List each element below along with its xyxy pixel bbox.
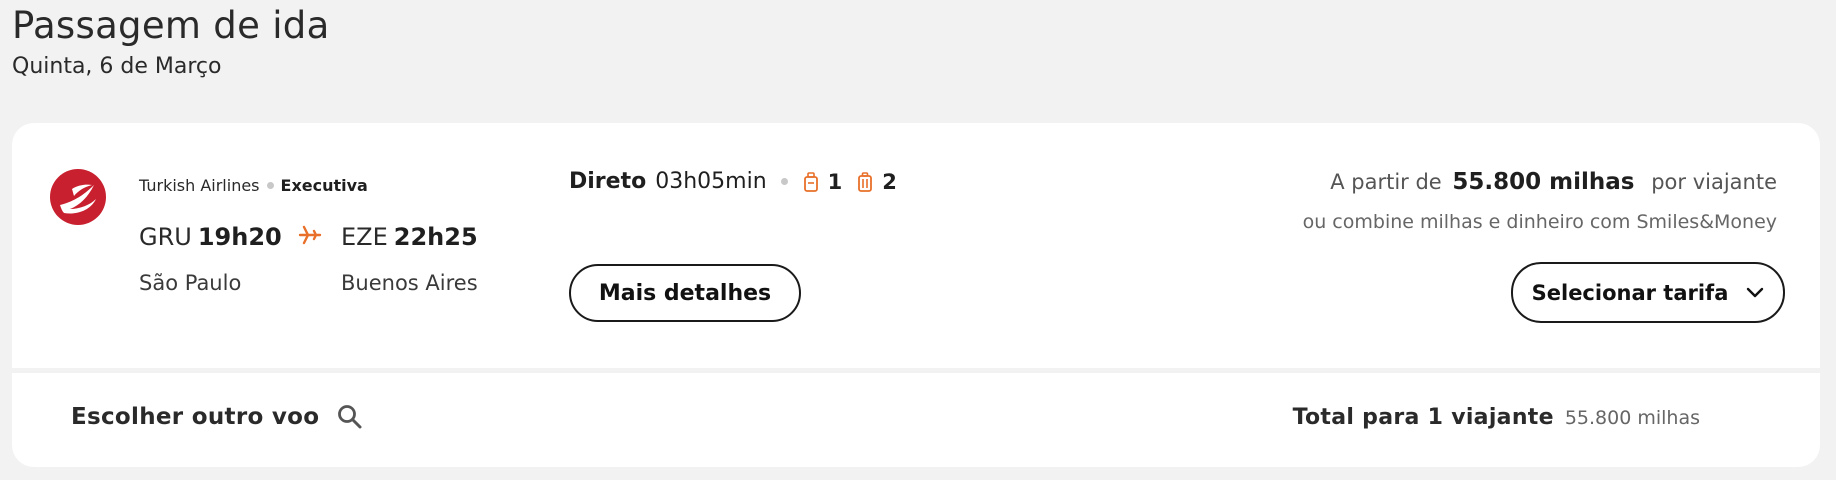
price-info: A partir de 55.800 milhas por viajante [1330, 169, 1777, 195]
search-icon [338, 405, 362, 429]
separator-dot [266, 182, 274, 189]
price-prefix: A partir de [1330, 170, 1442, 194]
flight-card: Turkish Airlines Executiva GRU 19h20 EZE 2… [12, 123, 1820, 368]
price-suffix: por viajante [1651, 170, 1777, 194]
total-label: Total para 1 viajante [1292, 405, 1554, 430]
airline-info: Turkish Airlines Executiva [139, 176, 368, 195]
origin-city: São Paulo [139, 271, 242, 295]
arrival: EZE 22h25 [341, 223, 478, 251]
airline-name: Turkish Airlines [139, 176, 260, 195]
page-title: Passagem de ida [12, 4, 330, 47]
cabin-class: Executiva [280, 176, 368, 195]
footer-card: Escolher outro voo Total para 1 viajante… [12, 373, 1820, 467]
choose-other-flight-button[interactable]: Escolher outro voo [71, 404, 363, 430]
destination-city: Buenos Aires [341, 271, 478, 295]
destination-code: EZE [341, 223, 388, 251]
carry-on-count: 1 [827, 169, 843, 194]
departure-time: 19h20 [197, 223, 282, 251]
carry-on-bag: 1 [803, 169, 843, 194]
turkish-airlines-logo [50, 169, 106, 225]
checked-bag-icon [858, 171, 873, 192]
arrival-time: 22h25 [393, 223, 478, 251]
departure: GRU 19h20 [139, 223, 282, 251]
total-amount: 55.800 milhas [1564, 407, 1700, 429]
combine-info: ou combine milhas e dinheiro com Smiles&… [1302, 211, 1777, 233]
select-fare-label: Selecionar tarifa [1531, 280, 1729, 305]
carry-on-bag-icon [803, 171, 818, 192]
checked-bag-count: 2 [882, 169, 897, 194]
checked-bag: 2 [858, 170, 897, 194]
price-miles: 55.800 milhas [1452, 169, 1635, 195]
total-price: Total para 1 viajante 55.800 milhas [1293, 405, 1700, 430]
plane-icon [298, 225, 322, 245]
duration: 03h05min [655, 169, 767, 194]
stops-label: Direto [569, 169, 647, 194]
choose-other-label: Escolher outro voo [71, 404, 320, 430]
page-date: Quinta, 6 de Março [12, 54, 222, 79]
flight-summary: Direto 03h05min 1 2 [569, 169, 913, 194]
select-fare-button[interactable]: Selecionar tarifa [1511, 262, 1785, 323]
details-button[interactable]: Mais detalhes [569, 264, 801, 322]
chevron-down-icon [1747, 287, 1764, 297]
origin-code: GRU [139, 223, 192, 251]
separator-dot [780, 178, 788, 185]
